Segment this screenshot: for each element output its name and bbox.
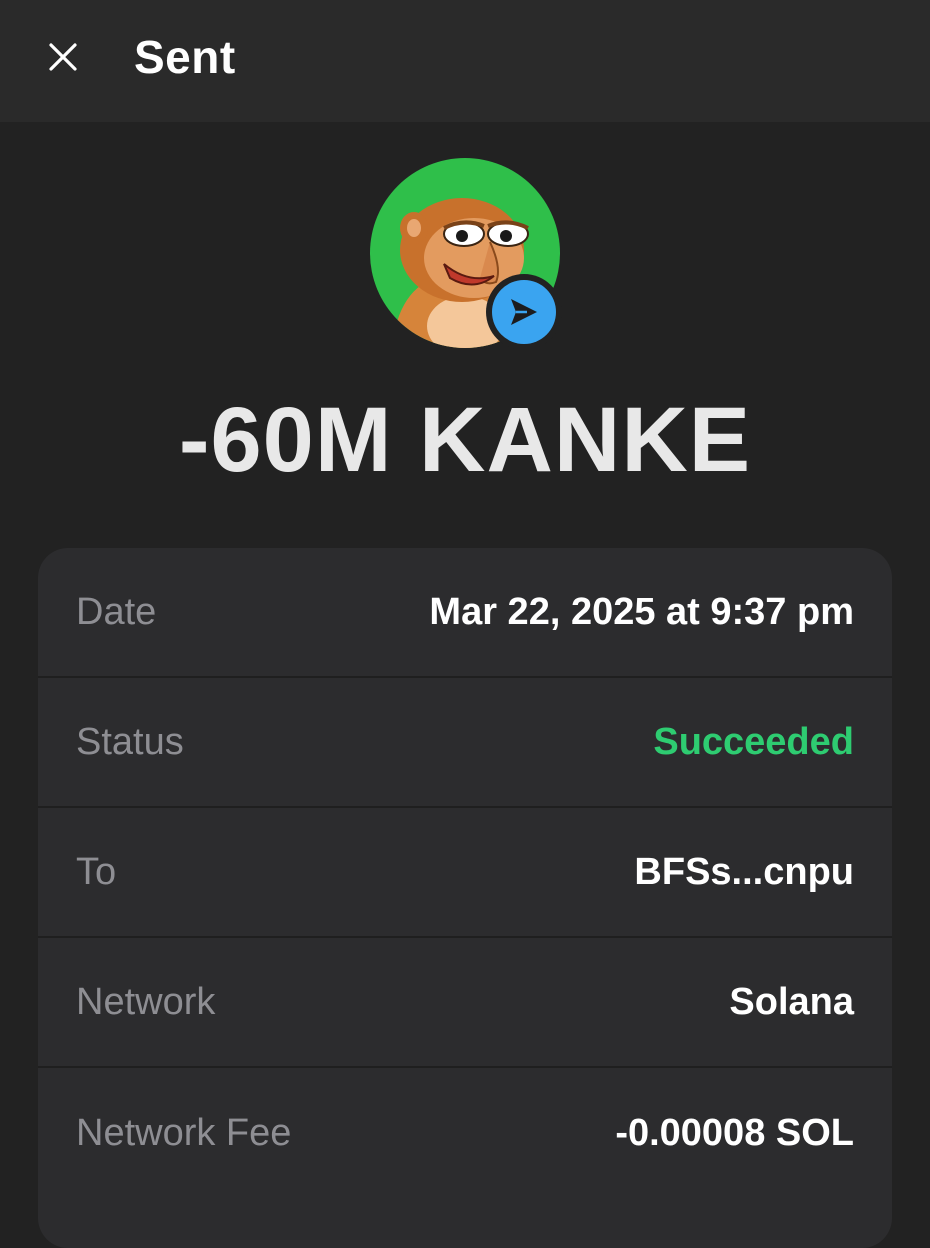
detail-row-network-fee: Network Fee -0.00008 SOL bbox=[38, 1068, 892, 1198]
date-value: Mar 22, 2025 at 9:37 pm bbox=[429, 590, 854, 633]
send-badge bbox=[486, 274, 562, 350]
detail-row-date: Date Mar 22, 2025 at 9:37 pm bbox=[38, 548, 892, 678]
network-fee-value: -0.00008 SOL bbox=[615, 1111, 854, 1154]
close-icon bbox=[49, 43, 77, 71]
token-icon-group bbox=[370, 158, 562, 350]
detail-row-to[interactable]: To BFSs...cnpu bbox=[38, 808, 892, 938]
status-value: Succeeded bbox=[653, 720, 854, 763]
detail-row-network: Network Solana bbox=[38, 938, 892, 1068]
close-button[interactable] bbox=[40, 34, 86, 80]
detail-row-status: Status Succeeded bbox=[38, 678, 892, 808]
send-icon bbox=[511, 299, 537, 325]
status-label: Status bbox=[76, 720, 184, 763]
network-label: Network bbox=[76, 980, 216, 1023]
network-fee-label: Network Fee bbox=[76, 1111, 292, 1154]
date-label: Date bbox=[76, 590, 157, 633]
page-title: Sent bbox=[134, 31, 236, 83]
top-bar: Sent bbox=[0, 0, 930, 122]
transaction-details-card: Date Mar 22, 2025 at 9:37 pm Status Succ… bbox=[38, 548, 892, 1248]
network-value: Solana bbox=[729, 980, 854, 1023]
transaction-amount: -60M KANKE bbox=[178, 389, 752, 491]
to-address-value[interactable]: BFSs...cnpu bbox=[634, 851, 854, 894]
to-label: To bbox=[76, 850, 117, 893]
